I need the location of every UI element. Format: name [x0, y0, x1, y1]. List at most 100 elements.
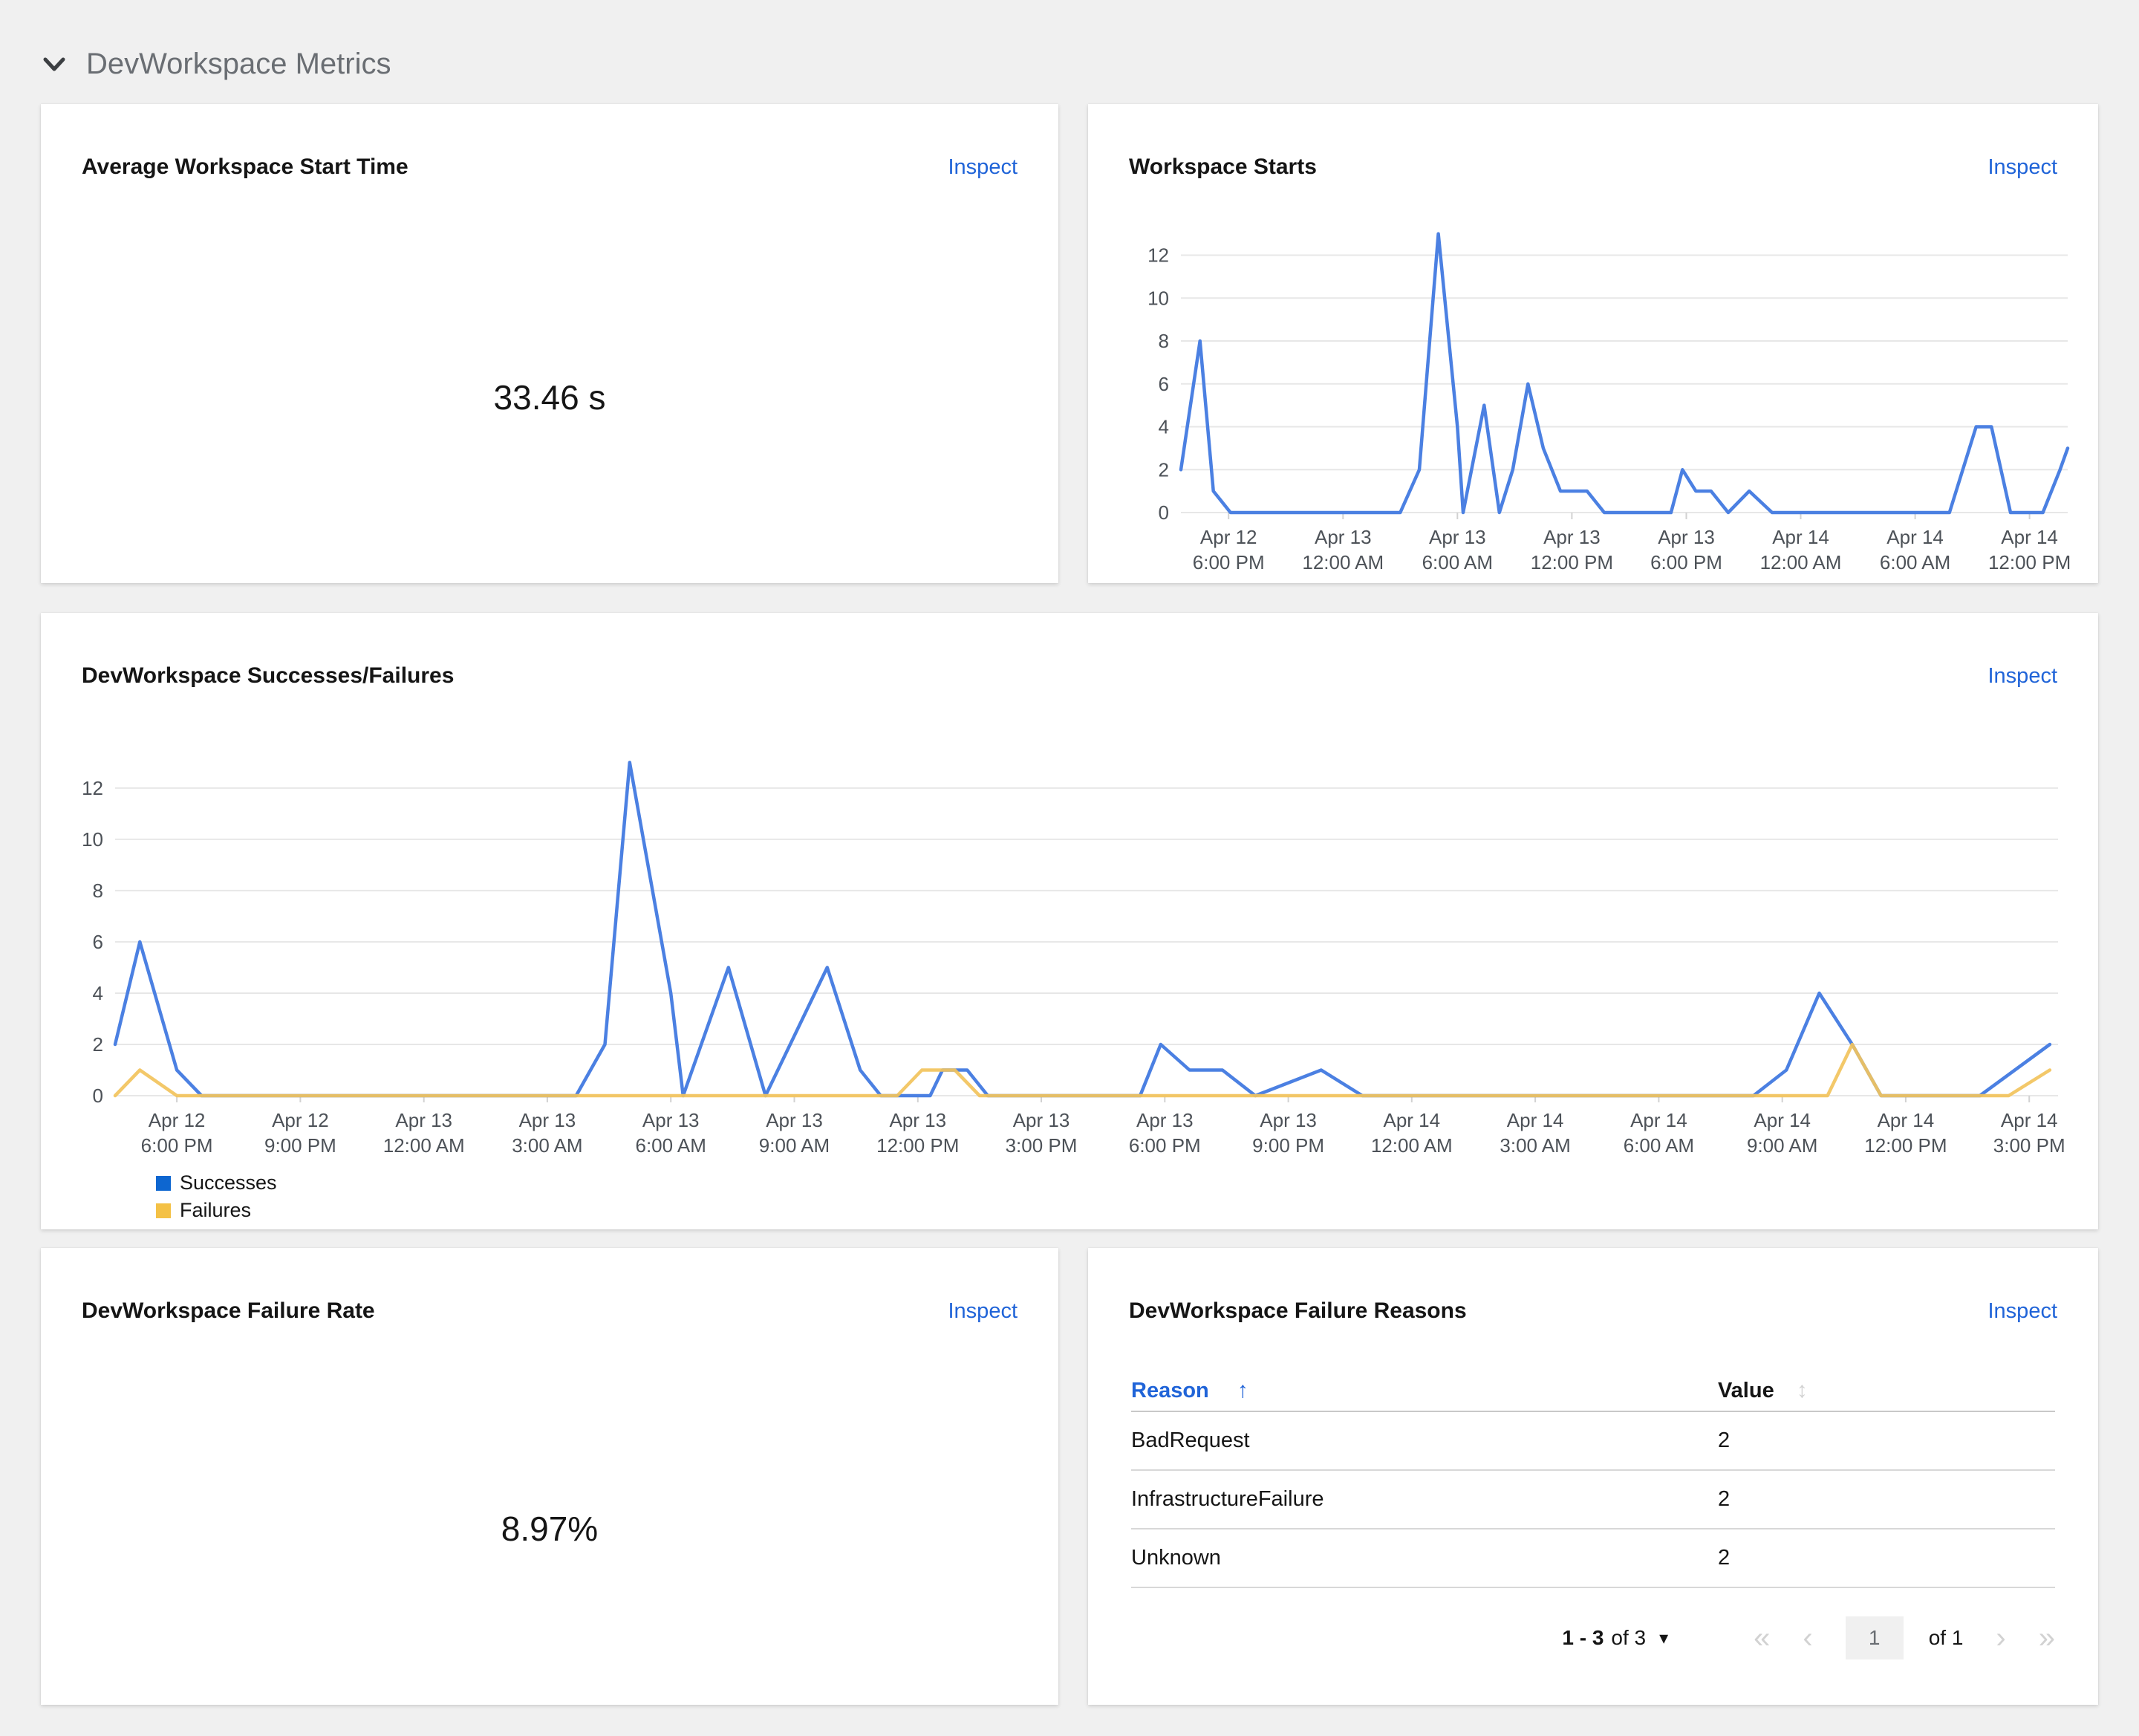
x-tick-label: Apr 12 6:00 PM	[141, 1109, 213, 1157]
value-cell: 2	[1717, 1546, 1731, 1570]
inspect-link[interactable]: Inspect	[1988, 1299, 2058, 1324]
column-header-value[interactable]: Value	[1718, 1379, 1774, 1403]
x-tick-label: Apr 13 3:00 PM	[1006, 1109, 1078, 1157]
card-title: Workspace Starts	[1129, 155, 1317, 179]
successes-failures-line-chart: 0 2 4 6 8 10 12 Apr 12 6:00 PM Apr 12 9:00 PM Apr 1…	[82, 761, 2065, 1157]
devworkspace-metrics-section-toggle[interactable]: DevWorkspace Metrics	[43, 48, 391, 81]
workspace-starts-line-chart: 0 2 4 6 8 10 12 Apr 12 6:00 PM Apr 13 12:00 AM Apr …	[1147, 232, 2071, 572]
x-tick-label: Apr 12 6:00 PM	[1193, 526, 1265, 572]
legend-item-failures: Failures	[156, 1199, 277, 1222]
card-title: DevWorkspace Failure Reasons	[1129, 1298, 1467, 1323]
inspect-link[interactable]: Inspect	[1988, 664, 2058, 689]
table-row: InfrastructureFailure 2	[1131, 1471, 2055, 1529]
successes-failures-card: DevWorkspace Successes/Failures Inspect …	[41, 613, 2098, 1229]
x-tick-label: Apr 14 12:00 AM	[1760, 526, 1842, 572]
x-tick-label: Apr 13 6:00 AM	[635, 1109, 706, 1157]
chart-legend: Successes Failures	[156, 1171, 277, 1222]
y-tick-label: 2	[1159, 458, 1169, 481]
y-tick-label: 12	[1147, 244, 1169, 267]
x-tick-label: Apr 13 9:00 AM	[759, 1109, 830, 1157]
sort-icon[interactable]: ↕	[1797, 1378, 1808, 1403]
card-title: DevWorkspace Successes/Failures	[82, 663, 455, 688]
column-header-reason[interactable]: Reason	[1131, 1379, 1209, 1403]
pagination-nav: « ‹ of 1 › »	[1754, 1616, 2055, 1659]
last-page-button[interactable]: »	[2039, 1623, 2055, 1653]
table-row: BadRequest 2	[1131, 1412, 2055, 1471]
x-tick-label: Apr 14 12:00 PM	[1864, 1109, 1947, 1157]
current-page-input[interactable]	[1845, 1616, 1904, 1659]
y-tick-label: 8	[1159, 330, 1169, 352]
card-header: DevWorkspace Successes/Failures Inspect	[82, 663, 2057, 689]
value-cell: 2	[1717, 1487, 1731, 1511]
reason-cell: BadRequest	[1131, 1428, 1250, 1452]
x-tick-label: Apr 13 12:00 PM	[876, 1109, 959, 1157]
failure-rate-value: 8.97%	[501, 1509, 599, 1548]
failure-reasons-table: Reason ↑ Value ↕ BadRequest 2 Infrastruc…	[1131, 1371, 2055, 1588]
y-tick-label: 6	[1159, 373, 1169, 395]
successes-swatch-icon	[156, 1175, 171, 1191]
chevron-down-icon	[43, 57, 65, 71]
x-tick-label: Apr 13 6:00 AM	[1422, 526, 1493, 572]
table-row: Unknown 2	[1131, 1529, 2055, 1588]
first-page-button[interactable]: «	[1754, 1623, 1770, 1653]
x-tick-label: Apr 13 12:00 PM	[1531, 526, 1613, 572]
y-tick-label: 10	[1147, 287, 1169, 309]
avg-workspace-start-time-card: Average Workspace Start Time Inspect 33.…	[41, 104, 1058, 583]
card-header: DevWorkspace Failure Rate Inspect	[82, 1298, 1018, 1324]
x-tick-label: Apr 13 12:00 AM	[383, 1109, 465, 1157]
y-tick-label: 12	[82, 777, 103, 799]
failure-rate-card: DevWorkspace Failure Rate Inspect 8.97%	[41, 1248, 1058, 1705]
inspect-link[interactable]: Inspect	[948, 155, 1018, 180]
y-tick-label: 0	[93, 1085, 103, 1107]
x-tick-label: Apr 13 3:00 AM	[512, 1109, 582, 1157]
reason-cell: Unknown	[1131, 1546, 1221, 1570]
y-tick-label: 4	[93, 982, 103, 1004]
pagination-range: 1 - 3	[1562, 1626, 1604, 1649]
x-tick-label: Apr 14 3:00 PM	[1993, 1109, 2065, 1157]
series-line-failures	[113, 1042, 2052, 1098]
sort-ascending-icon[interactable]: ↑	[1237, 1378, 1248, 1403]
pagination-range-of: of 3	[1611, 1626, 1647, 1649]
failures-swatch-icon	[156, 1203, 171, 1218]
y-tick-label: 10	[82, 828, 103, 851]
y-tick-label: 8	[93, 880, 103, 902]
caret-down-icon: ▾	[1659, 1628, 1669, 1648]
legend-label: Failures	[180, 1199, 252, 1221]
total-pages-label: of 1	[1928, 1626, 1964, 1649]
y-tick-label: 6	[93, 931, 103, 953]
x-tick-label: Apr 14 6:00 AM	[1880, 526, 1950, 572]
pagination: 1 - 3 of 3 ▾ « ‹ of 1 › »	[1131, 1616, 2055, 1659]
legend-item-successes: Successes	[156, 1171, 277, 1194]
next-page-button[interactable]: ›	[1996, 1623, 2005, 1653]
x-tick-label: Apr 13 6:00 PM	[1129, 1109, 1201, 1157]
series-line-workspace starts	[1179, 232, 2070, 515]
per-page-menu-toggle[interactable]: 1 - 3 of 3 ▾	[1562, 1626, 1668, 1650]
card-header: Average Workspace Start Time Inspect	[82, 155, 1018, 180]
value-cell: 2	[1717, 1428, 1731, 1452]
x-tick-label: Apr 13 6:00 PM	[1650, 526, 1722, 572]
workspace-starts-card: Workspace Starts Inspect 0 2 4 6 8 10 12 Apr 12…	[1088, 104, 2098, 583]
avg-start-time-value: 33.46 s	[493, 377, 606, 417]
x-tick-label: Apr 13 12:00 AM	[1302, 526, 1384, 572]
x-tick-label: Apr 14 3:00 AM	[1500, 1109, 1570, 1157]
x-tick-label: Apr 14 6:00 AM	[1624, 1109, 1694, 1157]
card-title: DevWorkspace Failure Rate	[82, 1298, 375, 1323]
y-tick-label: 4	[1159, 416, 1169, 438]
x-tick-label: Apr 12 9:00 PM	[264, 1109, 336, 1157]
inspect-link[interactable]: Inspect	[948, 1299, 1018, 1324]
y-tick-label: 2	[93, 1033, 103, 1056]
inspect-link[interactable]: Inspect	[1988, 155, 2058, 180]
series-line-successes	[113, 761, 2052, 1098]
x-tick-label: Apr 13 9:00 PM	[1252, 1109, 1324, 1157]
legend-label: Successes	[180, 1171, 277, 1194]
card-header: DevWorkspace Failure Reasons Inspect	[1129, 1298, 2057, 1324]
previous-page-button[interactable]: ‹	[1803, 1623, 1812, 1653]
x-tick-label: Apr 14 12:00 AM	[1371, 1109, 1453, 1157]
table-header-row: Reason ↑ Value ↕	[1131, 1371, 2055, 1412]
section-title: DevWorkspace Metrics	[86, 48, 391, 80]
y-tick-label: 0	[1159, 501, 1169, 524]
card-title: Average Workspace Start Time	[82, 155, 408, 179]
failure-reasons-card: DevWorkspace Failure Reasons Inspect Rea…	[1088, 1248, 2098, 1705]
x-tick-label: Apr 14 12:00 PM	[1988, 526, 2071, 572]
reason-cell: InfrastructureFailure	[1131, 1487, 1324, 1511]
